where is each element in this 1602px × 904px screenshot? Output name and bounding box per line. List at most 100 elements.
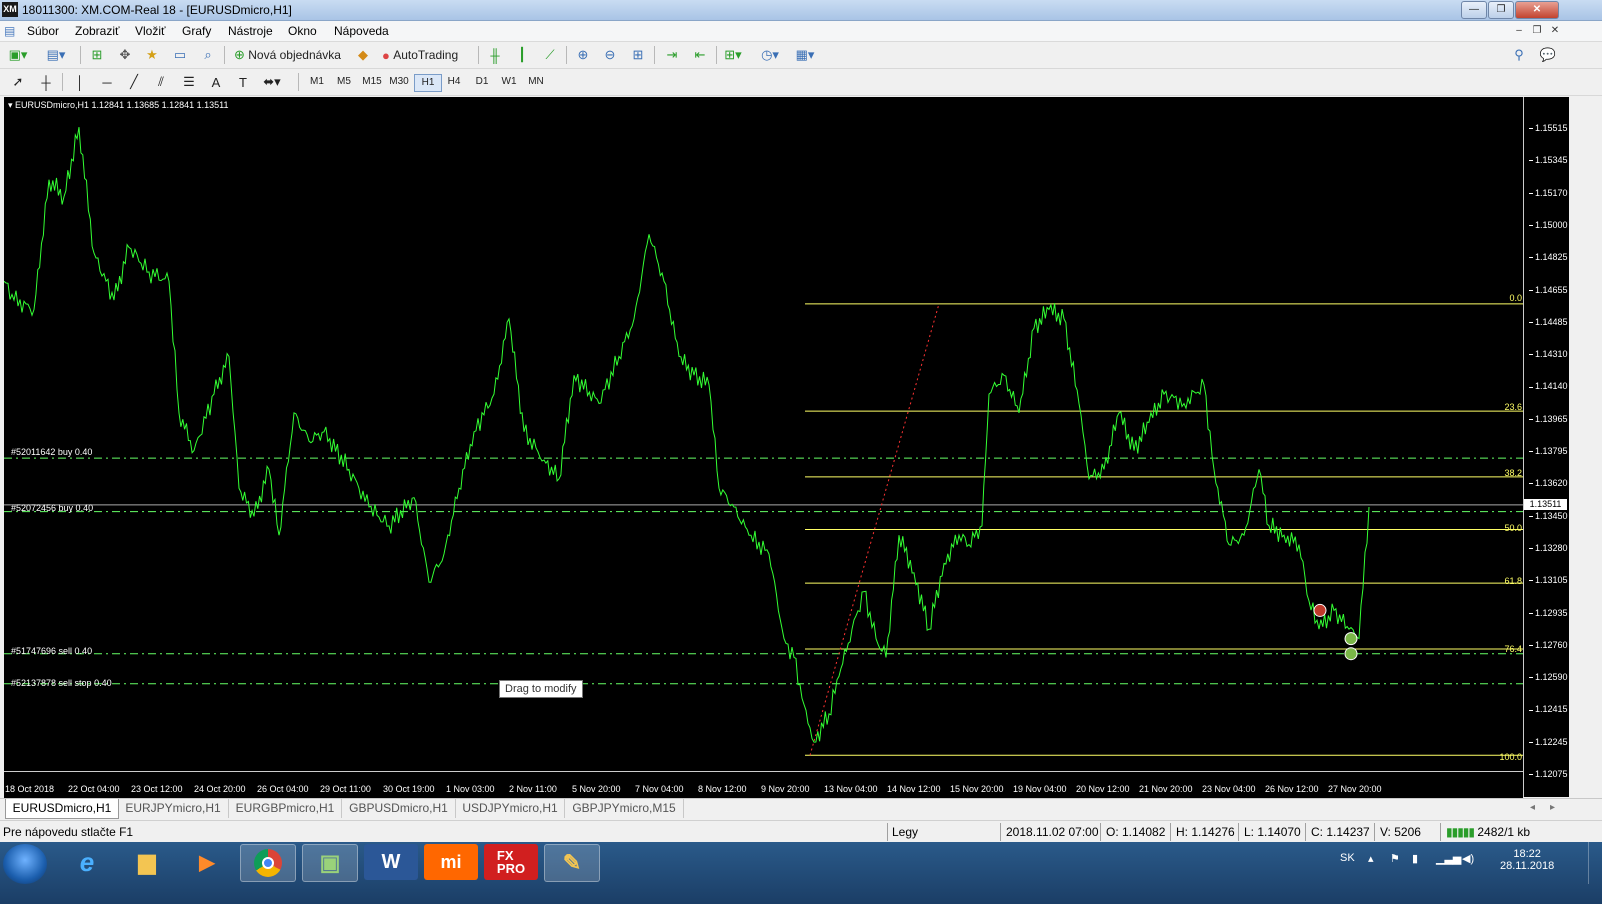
mdi-restore-button[interactable]: ❐ [1530, 24, 1544, 37]
trendline-icon[interactable]: ╱ [124, 72, 144, 92]
show-desktop-button[interactable] [1588, 842, 1602, 884]
file-explorer-icon[interactable]: ▆ [120, 844, 174, 880]
tab-eurusd-h1[interactable]: EURUSDmicro,H1 [5, 799, 119, 819]
language-indicator[interactable]: SK [1340, 852, 1355, 864]
time-axis[interactable]: 18 Oct 2018 22 Oct 04:00 23 Oct 12:00 24 Oc… [4, 771, 1523, 798]
new-chart-icon[interactable]: ▣▾ [8, 45, 28, 65]
tab-gbpjpy-m15[interactable]: GBPJPYmicro,M15 [565, 799, 684, 818]
price-axis-label: 1.13965 [1529, 414, 1568, 424]
zoom-in-icon[interactable]: ⊕ [573, 45, 593, 65]
media-player-icon[interactable]: ▶ [180, 844, 234, 880]
tf-m15[interactable]: M15 [359, 74, 385, 90]
metatrader-icon[interactable]: ▣ [302, 844, 358, 882]
menu-vlozit[interactable]: Vložiť [135, 24, 166, 38]
line-chart-icon[interactable]: ⟋ [540, 45, 560, 65]
order-label-1[interactable]: #52011642 buy 0.40 [11, 447, 92, 457]
periods-icon[interactable]: ◷▾ [760, 45, 780, 65]
price-axis-label: 1.12075 [1529, 769, 1568, 779]
menu-zobrazit[interactable]: Zobraziť [75, 24, 120, 38]
volume-icon[interactable]: ◀) [1462, 852, 1474, 865]
arrows-icon[interactable]: ⬌▾ [262, 72, 282, 92]
market-watch-icon[interactable]: ⊞ [87, 45, 107, 65]
mdi-close-button[interactable]: ✕ [1548, 24, 1562, 37]
autotrading-button[interactable]: ● AutoTrading [380, 45, 460, 65]
chrome-icon[interactable] [240, 844, 296, 882]
chat-icon[interactable]: 💬 [1538, 45, 1558, 65]
crosshair-icon[interactable]: ┼ [36, 72, 56, 92]
mi-icon[interactable]: mi [424, 844, 478, 880]
tab-eurgbp-h1[interactable]: EURGBPmicro,H1 [229, 799, 342, 818]
app-menu-icon[interactable]: ▤ [4, 24, 15, 38]
tf-h4[interactable]: H4 [441, 74, 467, 90]
profiles-icon[interactable]: ▤▾ [46, 45, 66, 65]
cursor-icon[interactable]: ➚ [8, 72, 28, 92]
time-axis-label: 23 Nov 04:00 [1202, 784, 1256, 794]
action-center-icon[interactable]: ⚑ [1390, 852, 1400, 865]
menu-subor[interactable]: Súbor [27, 24, 59, 38]
tab-usdjpy-h1[interactable]: USDJPYmicro,H1 [456, 799, 565, 818]
start-button[interactable] [3, 844, 47, 884]
tile-windows-icon[interactable]: ⊞ [628, 45, 648, 65]
order-label-3[interactable]: #51747696 sell 0.40 [11, 646, 92, 656]
paint-icon[interactable]: ✎ [544, 844, 600, 882]
terminal-icon[interactable]: ▭ [170, 45, 190, 65]
time-axis-label: 22 Oct 04:00 [68, 784, 120, 794]
data-window-icon[interactable]: ✥ [115, 45, 135, 65]
bar-chart-icon[interactable]: ╫ [485, 45, 505, 65]
traffic-label: 2482/1 kb [1477, 825, 1531, 839]
fibonacci-icon[interactable]: ☰ [179, 72, 199, 92]
tf-h1[interactable]: H1 [414, 74, 442, 92]
indicators-icon[interactable]: ⊞▾ [723, 45, 743, 65]
zoom-out-icon[interactable]: ⊖ [600, 45, 620, 65]
tf-m1[interactable]: M1 [304, 74, 330, 90]
show-hidden-icons-icon[interactable]: ▴ [1368, 852, 1374, 865]
menu-grafy[interactable]: Grafy [182, 24, 211, 38]
word-icon[interactable]: W [364, 844, 418, 880]
time-axis-label: 26 Oct 04:00 [257, 784, 309, 794]
text-label-icon[interactable]: T [233, 72, 253, 92]
tf-m30[interactable]: M30 [386, 74, 412, 90]
metaeditor-icon[interactable]: ◆ [353, 45, 373, 65]
search-icon[interactable]: ⚲ [1509, 45, 1529, 65]
tf-d1[interactable]: D1 [469, 74, 495, 90]
auto-scroll-icon[interactable]: ⇥ [662, 45, 682, 65]
tf-m5[interactable]: M5 [331, 74, 357, 90]
trade-buy-marker-icon[interactable] [1344, 647, 1358, 661]
maximize-button[interactable]: ❐ [1488, 1, 1514, 19]
price-axis-label: 1.15345 [1529, 155, 1568, 165]
menu-napoveda[interactable]: Nápoveda [334, 24, 389, 38]
internet-explorer-icon[interactable]: e [60, 844, 114, 880]
candlestick-icon[interactable]: ┃ [512, 45, 532, 65]
chart-shift-icon[interactable]: ⇤ [690, 45, 710, 65]
tab-gbpusd-h1[interactable]: GBPUSDmicro,H1 [342, 799, 456, 818]
tf-w1[interactable]: W1 [496, 74, 522, 90]
network-icon[interactable]: ▁▃▅ [1436, 852, 1461, 865]
menu-nastroje[interactable]: Nástroje [228, 24, 273, 38]
mdi-minimize-button[interactable]: – [1512, 24, 1526, 37]
strategy-tester-icon[interactable]: ⌕ [198, 45, 218, 65]
tab-scroll-left-icon[interactable]: ◂ [1530, 802, 1535, 813]
order-label-2[interactable]: #52072456 buy 0.40 [11, 503, 93, 513]
horizontal-line-icon[interactable]: ─ [97, 72, 117, 92]
menu-okno[interactable]: Okno [288, 24, 317, 38]
tab-scroll-right-icon[interactable]: ▸ [1550, 802, 1555, 813]
vertical-line-icon[interactable]: │ [70, 72, 90, 92]
battery-icon[interactable]: ▮ [1412, 852, 1418, 865]
price-chart[interactable]: ▾ EURUSDmicro,H1 1.12841 1.13685 1.12841… [4, 97, 1523, 797]
trade-buy-marker-icon[interactable] [1344, 632, 1358, 646]
minimize-button[interactable]: — [1461, 1, 1487, 19]
fxpro-icon[interactable]: FX PRO [484, 844, 538, 880]
tab-eurjpy-h1[interactable]: EURJPYmicro,H1 [118, 799, 229, 818]
chart-window[interactable]: ▾ EURUSDmicro,H1 1.12841 1.13685 1.12841… [4, 97, 1569, 798]
clock[interactable]: 18:22 28.11.2018 [1500, 848, 1554, 872]
text-icon[interactable]: A [206, 72, 226, 92]
navigator-icon[interactable]: ★ [142, 45, 162, 65]
close-button[interactable]: ✕ [1515, 1, 1559, 19]
order-label-4[interactable]: #52137878 sell stop 0.40 [11, 678, 112, 688]
trade-sell-marker-icon[interactable] [1313, 603, 1327, 617]
channel-icon[interactable]: ⫽ [151, 72, 171, 92]
new-order-button[interactable]: ⊕ Nová objednávka [232, 45, 343, 65]
tf-mn[interactable]: MN [523, 74, 549, 90]
templates-icon[interactable]: ▦▾ [795, 45, 815, 65]
price-chart-svg[interactable] [4, 97, 1523, 771]
